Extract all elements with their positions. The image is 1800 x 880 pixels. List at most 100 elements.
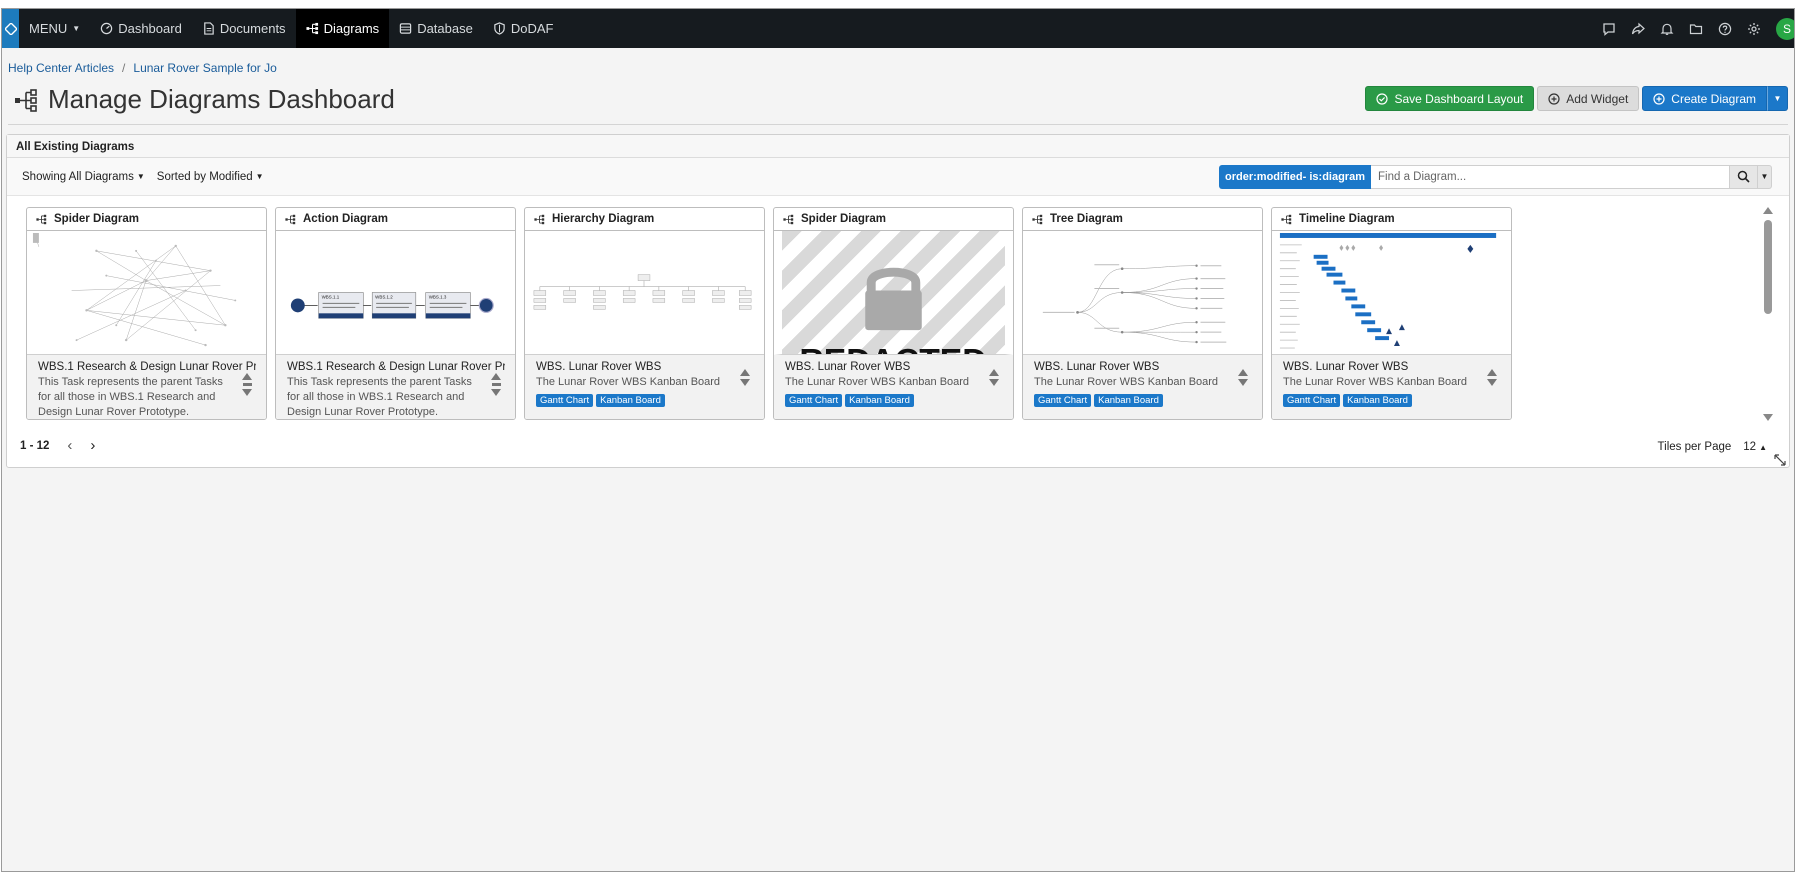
next-page-button[interactable]: › [90,437,95,454]
user-avatar[interactable]: S [1776,17,1794,40]
tag-gantt-chart[interactable]: Gantt Chart [536,394,594,407]
breadcrumb-item-help-center[interactable]: Help Center Articles [8,61,114,75]
move-down-icon[interactable] [740,379,750,386]
scrollbar-thumb[interactable] [1764,220,1772,314]
add-widget-button[interactable]: Add Widget [1537,86,1640,111]
tile-title: WBS. Lunar Rover WBS [536,361,662,373]
search-options-dropdown[interactable]: ▼ [1758,164,1772,189]
prev-page-button[interactable]: ‹ [67,437,72,454]
tile-type: Hierarchy Diagram [552,213,655,225]
help-icon[interactable] [1718,22,1732,36]
breadcrumb: Help Center Articles / Lunar Rover Sampl… [8,61,277,75]
diagram-thumbnail [27,231,266,355]
diagrams-widget: All Existing Diagrams Showing All Diagra… [6,134,1790,468]
tiles-per-page-value: 12 [1743,441,1757,453]
shield-icon [494,22,505,35]
drag-handle-icon[interactable] [491,383,501,386]
tiles-per-page-dropdown[interactable]: 12 ▲ [1743,441,1767,453]
nav-item-dashboard[interactable]: Dashboard [90,9,192,48]
create-diagram-button[interactable]: Create Diagram [1642,86,1767,111]
move-down-icon[interactable] [242,389,252,396]
tag-gantt-chart[interactable]: Gantt Chart [1034,394,1092,407]
gear-icon[interactable] [1747,22,1761,36]
tag-kanban-board[interactable]: Kanban Board [845,394,914,407]
drag-handle-icon[interactable] [242,383,252,386]
tile-reorder-controls [1487,369,1497,386]
move-up-icon[interactable] [491,373,501,380]
move-up-icon[interactable] [989,369,999,376]
diagram-tile[interactable]: Action Diagram WBS.1.1 WBS.1.2 WBS.1.3 W… [275,207,516,420]
diagram-tile[interactable]: Hierarchy Diagram WBS. Lunar Rover WBS T… [524,207,765,420]
move-down-icon[interactable] [1238,379,1248,386]
tile-body: WBS. Lunar Rover WBS The Lunar Rover WBS… [1272,355,1511,419]
tag-kanban-board[interactable]: Kanban Board [1094,394,1163,407]
header-divider [8,124,1788,125]
sort-dropdown[interactable]: Sorted by Modified ▼ [157,171,264,183]
tile-tags: Gantt Chart Kanban Board [536,394,754,407]
scroll-down-icon[interactable] [1763,414,1773,421]
nav-label-database: Database [417,21,473,36]
tiles-scrollbar[interactable] [1763,207,1773,421]
diagram-tile[interactable]: Timeline Diagram WBS. Lunar Rover WBS Th… [1271,207,1512,420]
share-icon[interactable] [1631,22,1645,36]
move-up-icon[interactable] [1238,369,1248,376]
diagram-thumbnail [525,231,764,355]
tile-description: This Task represents the parent Tasks fo… [287,376,472,418]
diagram-icon [306,22,318,35]
scroll-up-icon[interactable] [1763,207,1773,214]
diagram-tile[interactable]: Spider Diagram WBS.1 Research & Design L… [26,207,267,420]
tile-title: WBS. Lunar Rover WBS [1034,361,1160,373]
caret-down-icon: ▼ [136,172,145,181]
nav-item-dodaf[interactable]: DoDAF [483,9,564,48]
action-node-label: WBS.1.3 [429,294,447,299]
tile-description: The Lunar Rover WBS Kanban Board defines… [536,376,721,392]
tag-gantt-chart[interactable]: Gantt Chart [785,394,843,407]
bell-icon[interactable] [1660,22,1674,36]
diagram-thumbnail [1272,231,1511,355]
diagram-tiles: Spider Diagram WBS.1 Research & Design L… [26,207,1516,420]
caret-up-icon: ▲ [1759,442,1767,452]
app-logo[interactable] [2,9,19,48]
move-down-icon[interactable] [491,389,501,396]
nav-item-documents[interactable]: Documents [192,9,296,48]
diagram-icon [1032,214,1043,224]
page-title: Manage Diagrams Dashboard [48,84,395,114]
create-diagram-label: Create Diagram [1671,91,1756,106]
app-window: MENU ▼ Dashboard Documents Diagrams Datab… [1,8,1795,872]
diagram-tile[interactable]: Spider Diagram REDACTED WBS. Lunar Rover… [773,207,1014,420]
nav-item-diagrams[interactable]: Diagrams [295,9,390,48]
diagram-tile[interactable]: Tree Diagram WBS. Lunar Rover WBS The Lu… [1022,207,1263,420]
filter-dropdown[interactable]: Showing All Diagrams ▼ [22,171,145,183]
widget-title: All Existing Diagrams [7,135,1789,158]
menu-dropdown[interactable]: MENU ▼ [19,9,90,48]
search-button[interactable] [1730,164,1758,189]
tile-type: Tree Diagram [1050,213,1123,225]
pagination: 1 - 12 ‹ › [20,437,95,454]
move-down-icon[interactable] [989,379,999,386]
move-up-icon[interactable] [740,369,750,376]
tile-body: WBS. Lunar Rover WBS The Lunar Rover WBS… [774,355,1013,419]
nav-label-documents: Documents [219,21,286,36]
tiles-per-page-label: Tiles per Page [1657,441,1732,453]
chat-icon[interactable] [1602,22,1616,36]
header-actions: Save Dashboard Layout Add Widget Create … [1365,86,1788,111]
tag-kanban-board[interactable]: Kanban Board [1343,394,1412,407]
save-dashboard-layout-button[interactable]: Save Dashboard Layout [1365,86,1535,111]
tile-header: Action Diagram [276,208,515,231]
folder-icon[interactable] [1689,22,1703,36]
nav-item-database[interactable]: Database [389,9,483,48]
search-query-tag[interactable]: order:modified- is:diagram [1219,164,1371,189]
tile-reorder-controls [491,373,501,396]
move-up-icon[interactable] [242,373,252,380]
tag-gantt-chart[interactable]: Gantt Chart [1283,394,1341,407]
tile-description: The Lunar Rover WBS Kanban Board defines… [1034,376,1219,392]
tag-kanban-board[interactable]: Kanban Board [596,394,665,407]
dashboard-icon [100,22,113,35]
move-down-icon[interactable] [1487,379,1497,386]
move-up-icon[interactable] [1487,369,1497,376]
search-input[interactable] [1371,164,1730,189]
resize-handle-icon[interactable] [1773,453,1787,467]
create-diagram-dropdown[interactable]: ▼ [1767,86,1788,111]
breadcrumb-item-project[interactable]: Lunar Rover Sample for Jo [133,61,276,75]
menu-label: MENU [29,21,68,36]
